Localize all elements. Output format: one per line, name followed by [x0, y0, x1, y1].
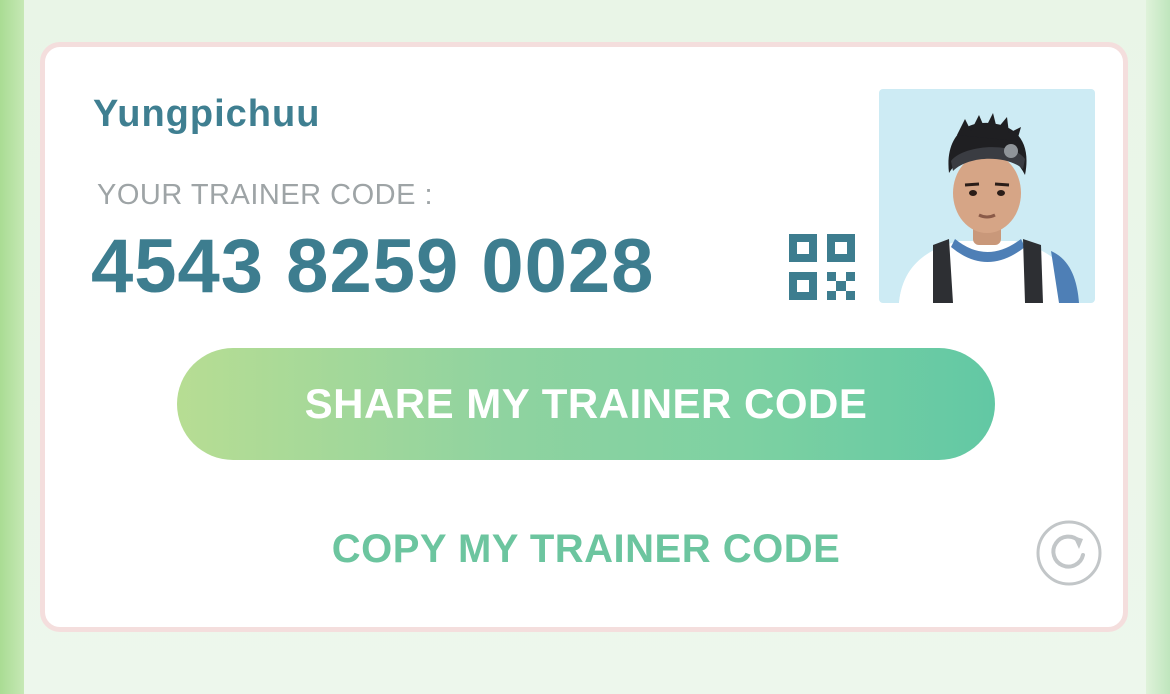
background-right-edge	[1146, 0, 1170, 694]
qr-code-icon[interactable]	[789, 234, 855, 300]
background-left-edge	[0, 0, 24, 694]
trainer-code-label: YOUR TRAINER CODE :	[97, 179, 434, 211]
trainer-code-value: 4543 8259 0028	[91, 224, 655, 309]
share-trainer-code-button[interactable]: SHARE MY TRAINER CODE	[177, 348, 995, 460]
trainer-name: Yungpichuu	[93, 93, 321, 135]
copy-trainer-code-button[interactable]: COPY MY TRAINER CODE	[177, 527, 995, 572]
trainer-code-card: Yungpichuu YOUR TRAINER CODE : 4543 8259…	[40, 42, 1128, 632]
refresh-icon[interactable]	[1035, 519, 1103, 587]
trainer-avatar[interactable]	[879, 89, 1095, 303]
avatar-figure-icon	[899, 113, 1079, 303]
